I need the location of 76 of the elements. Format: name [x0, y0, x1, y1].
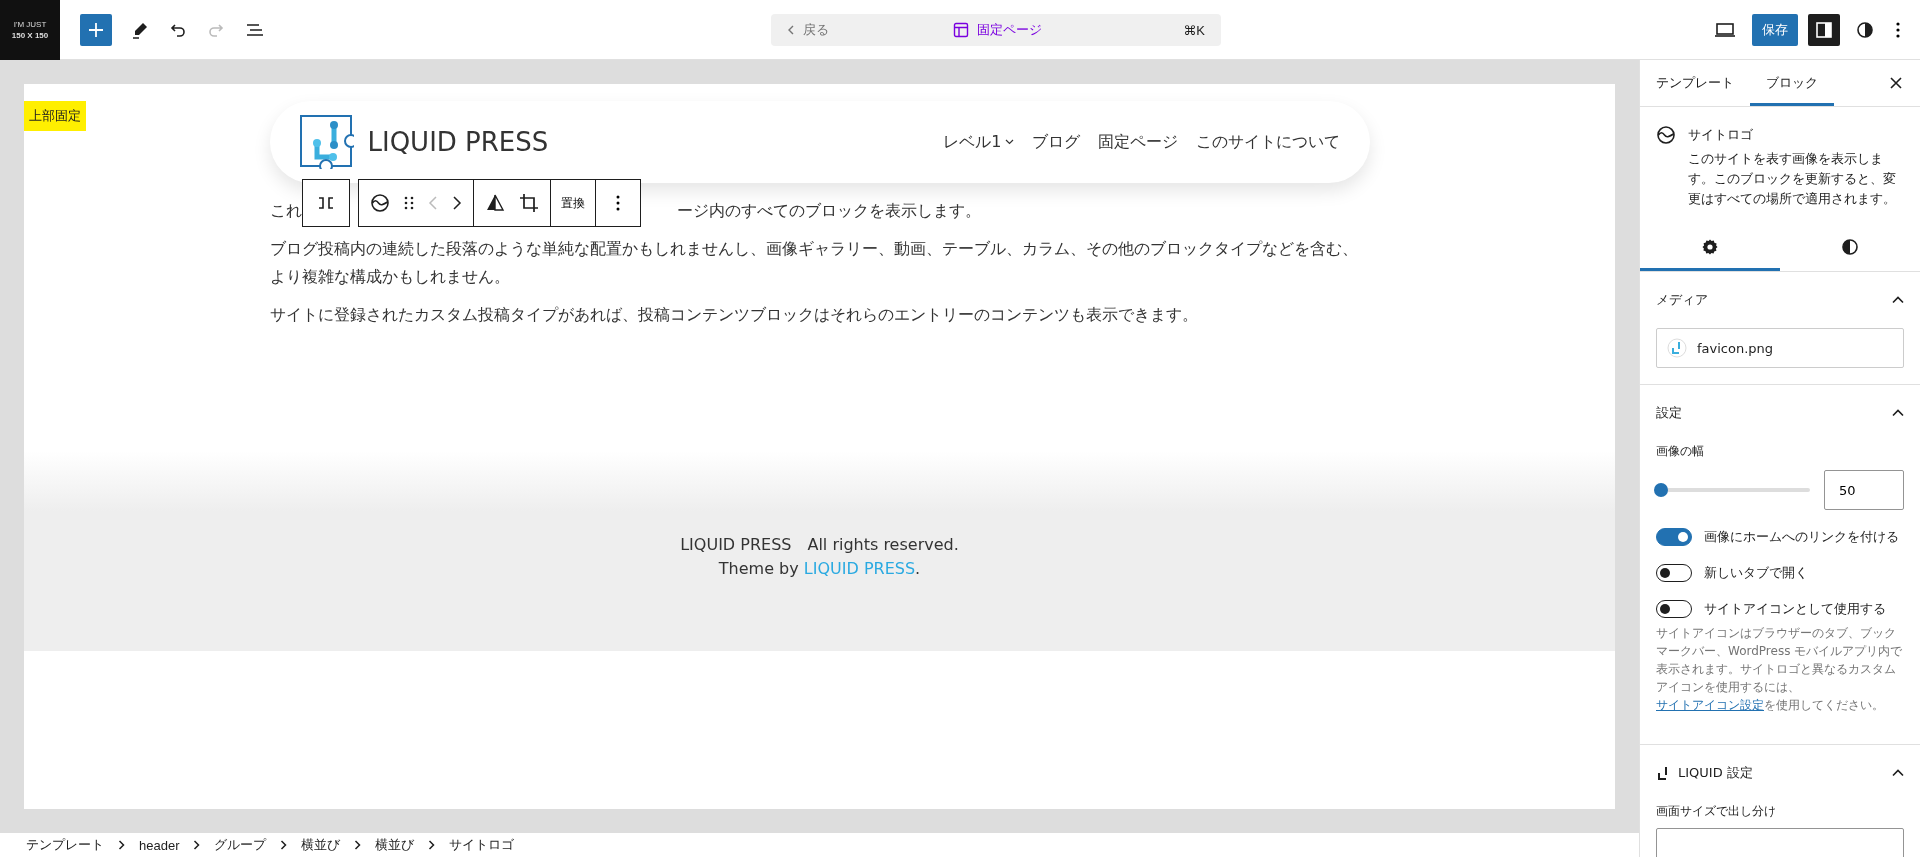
- file-thumbnail-icon: [1667, 338, 1687, 358]
- site-logo-icon: [1656, 125, 1676, 145]
- command-bar[interactable]: 戻る 固定ページ ⌘K: [771, 14, 1221, 46]
- shortcut-hint: ⌘K: [1183, 22, 1205, 38]
- breadcrumb-link[interactable]: グループ: [214, 836, 267, 854]
- slider-thumb[interactable]: [1654, 483, 1668, 497]
- site-title[interactable]: LIQUID PRESS: [367, 127, 549, 157]
- more-icon: [615, 195, 620, 211]
- crop-icon[interactable]: [518, 193, 539, 213]
- chevron-icon: [1892, 409, 1904, 417]
- paragraph-start: これ: [269, 200, 302, 222]
- more-icon[interactable]: [1896, 21, 1900, 38]
- breadcrumb-link[interactable]: 横並び: [301, 836, 341, 854]
- site-icon-settings-link[interactable]: サイトアイコン設定: [1656, 698, 1764, 712]
- chevron-left-icon: [787, 25, 795, 35]
- chevron-icon: [1892, 769, 1904, 777]
- breadcrumb-link[interactable]: テンプレート: [26, 836, 104, 854]
- paragraph: サイトに登録されたカスタム投稿タイプがあれば、投稿コンテンツブロックはそれらのエントリーのコンテンツも表示できます。: [269, 305, 1199, 326]
- nav-link[interactable]: このサイトについて: [1195, 131, 1340, 153]
- copyright-text: LIQUID PRESS All rights reserved.: [680, 534, 959, 556]
- sidebar-icon: [1815, 20, 1833, 39]
- help-text: サイトアイコンはブラウザーのタブ、ブックマークバー、WordPress モバイルアプリ内で表示されます。サイトロゴと異なるカスタムアイコンを使用するには、 サイトアイコン設定を使用してください。: [1656, 625, 1904, 714]
- field-label: 画像の幅: [1656, 443, 1705, 460]
- replace-button[interactable]: 置換: [550, 180, 596, 226]
- laptop-icon[interactable]: [1714, 21, 1736, 38]
- move-right-icon[interactable]: [451, 195, 462, 211]
- site-logo-image[interactable]: [299, 115, 354, 169]
- paragraph-end: ージ内のすべてのブロックを表示します。: [676, 200, 981, 222]
- save-button[interactable]: 保存: [1752, 13, 1798, 46]
- block-description: このサイトを表す画像を表示します。このブロックを更新すると、変更はすべての場所で適用されます。: [1688, 150, 1897, 208]
- chevron-icon: [118, 840, 125, 850]
- nav-link[interactable]: ブログ: [1031, 131, 1080, 153]
- field-label: 画面サイズで出し分け: [1656, 803, 1777, 820]
- select-field[interactable]: [1656, 828, 1904, 857]
- toggle-switch[interactable]: [1656, 564, 1692, 582]
- theme-credit: Theme by LIQUID PRESS.: [718, 558, 921, 580]
- transform-button[interactable]: [301, 179, 350, 227]
- chevron-icon: [428, 840, 436, 850]
- gear-icon: [1701, 238, 1719, 256]
- toggle-label: 新しいタブで開く: [1704, 564, 1808, 582]
- toggle-label: サイトアイコンとして使用する: [1704, 600, 1886, 618]
- nav-link[interactable]: レベル1: [943, 131, 1014, 153]
- sidebar-tab[interactable]: テンプレート: [1640, 60, 1750, 106]
- chevron-icon: [1892, 296, 1904, 304]
- chevron-icon: [280, 840, 288, 850]
- sidebar-tab[interactable]: ブロック: [1750, 60, 1834, 106]
- close-icon[interactable]: [1890, 77, 1902, 89]
- sticky-label: 上部固定: [24, 101, 86, 131]
- chevron-icon: [193, 840, 201, 850]
- add-block-button[interactable]: [80, 13, 112, 46]
- page-title: 固定ページ: [977, 21, 1042, 39]
- sidebar-toggle-button[interactable]: [1808, 13, 1840, 46]
- toggle-switch[interactable]: [1656, 528, 1692, 546]
- block-title: サイトロゴ: [1688, 126, 1754, 144]
- settings-panel-header[interactable]: 設定: [1656, 385, 1904, 441]
- paragraph: ブログ投稿内の連続した段落のような単純な配置かもしれませんし、画像ギャラリー、動画、テーブル、カラム、その他のブロックタイプなどを含む、より複雑な構成かもしれません。: [269, 239, 1359, 288]
- back-link[interactable]: 戻る: [787, 21, 829, 39]
- toggle-switch[interactable]: [1656, 600, 1692, 618]
- contrast-icon: [1841, 238, 1859, 256]
- media-file-button[interactable]: favicon.png: [1656, 328, 1904, 368]
- width-input[interactable]: 50: [1824, 470, 1904, 510]
- liquid-panel-header[interactable]: LIQUID 設定: [1656, 745, 1904, 801]
- site-logo-icon[interactable]: [369, 193, 390, 213]
- breadcrumb-link[interactable]: 横並び: [375, 836, 415, 854]
- flip-icon[interactable]: [484, 194, 505, 212]
- liquid-icon: [1656, 766, 1670, 780]
- nav-link[interactable]: 固定ページ: [1097, 131, 1178, 153]
- breadcrumb-link[interactable]: header: [139, 837, 180, 853]
- breadcrumb-link[interactable]: サイトロゴ: [449, 836, 515, 854]
- media-panel-header[interactable]: メディア: [1656, 272, 1904, 328]
- drag-handle-icon[interactable]: [403, 195, 414, 211]
- contrast-icon[interactable]: [1856, 20, 1874, 39]
- site-icon[interactable]: I'M JUST 150 X 150: [0, 0, 60, 60]
- toggle-label: 画像にホームへのリンクを付ける: [1704, 528, 1899, 546]
- page-icon: [953, 22, 969, 38]
- chevron-icon: [354, 840, 362, 850]
